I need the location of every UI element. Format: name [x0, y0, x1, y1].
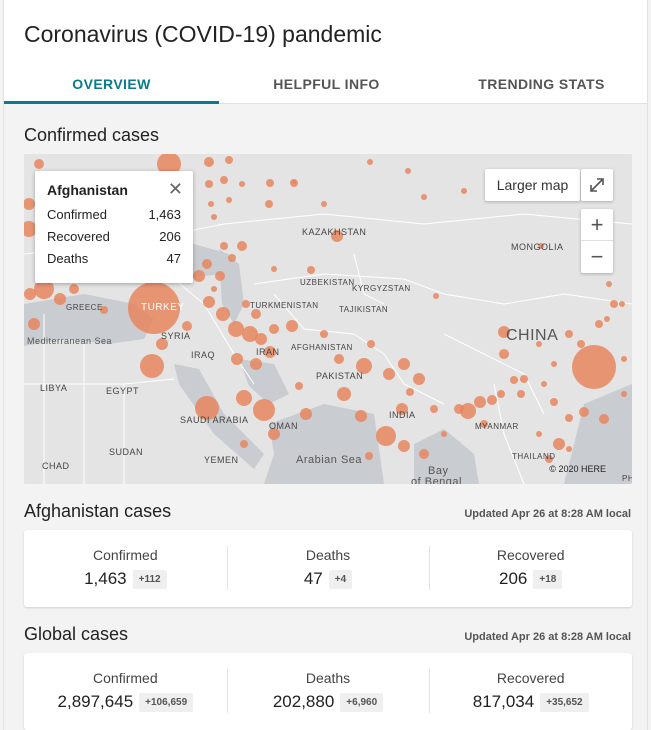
- stat-recovered: Recovered 817,034 +35,652: [429, 653, 632, 730]
- map-label-egypt: EGYPT: [106, 386, 140, 396]
- map-label-sudan: SUDAN: [109, 447, 144, 457]
- map-label-afghanistan: AFGHANISTAN: [291, 343, 353, 352]
- country-cases-title: Afghanistan cases: [24, 501, 172, 521]
- popup-row-confirmed: Confirmed 1,463: [47, 207, 181, 229]
- map-label-oman: OMAN: [269, 421, 298, 431]
- map-label-iraq: IRAQ: [191, 350, 216, 360]
- zoom-out-button[interactable]: −: [581, 241, 613, 273]
- stat-label: Recovered: [496, 547, 565, 563]
- popup-label: Deaths: [47, 251, 89, 266]
- stat-value: 206: [499, 569, 528, 588]
- map-label-pakistan: PAKISTAN: [316, 371, 364, 381]
- stat-delta-badge: +6,960: [340, 692, 384, 712]
- stat-value: 47: [303, 569, 323, 588]
- popup-label: Recovered: [47, 229, 110, 244]
- map-label-ph: PH: [622, 474, 632, 483]
- popup-value: 1,463: [148, 207, 181, 222]
- map-label-thailand: THAILAND: [512, 452, 556, 461]
- map-label-uzbekistan: UZBEKISTAN: [300, 278, 355, 287]
- popup-value: 206: [159, 229, 181, 244]
- stat-value: 817,034: [472, 692, 535, 711]
- cases-map[interactable]: KAZAKHSTAN MONGOLIA UZBEKISTAN KYRGYZSTA…: [24, 154, 632, 484]
- tab-trending-stats[interactable]: TRENDING STATS: [434, 62, 649, 104]
- stat-value: 202,880: [272, 692, 335, 711]
- stat-delta-badge: +35,652: [540, 692, 589, 712]
- country-stats-panel: Confirmed 1,463 +112 Deaths 47 +4 Recovere…: [24, 530, 632, 607]
- map-label-arabian-sea: Arabian Sea: [296, 454, 363, 466]
- map-label-china: CHINA: [506, 327, 559, 344]
- stat-label: Recovered: [496, 670, 565, 686]
- map-label-yemen: YEMEN: [204, 455, 239, 465]
- stat-value: 1,463: [84, 569, 127, 588]
- map-copyright: © 2020 HERE: [549, 464, 606, 474]
- stat-recovered: Recovered 206 +18: [429, 530, 632, 607]
- map-label-tajikistan: TAJIKISTAN: [339, 305, 389, 314]
- stat-delta-badge: +112: [132, 569, 167, 589]
- tab-overview[interactable]: OVERVIEW: [4, 62, 219, 104]
- popup-row-recovered: Recovered 206: [47, 229, 181, 251]
- expand-icon[interactable]: [581, 169, 613, 201]
- larger-map-button[interactable]: Larger map: [485, 169, 580, 201]
- popup-label: Confirmed: [47, 207, 107, 222]
- country-popup: Afghanistan ✕ Confirmed 1,463 Recovered …: [35, 171, 193, 283]
- global-cases-title: Global cases: [24, 624, 129, 644]
- map-label-mediterranean: Mediterranean Sea: [27, 336, 113, 346]
- stat-label: Deaths: [305, 670, 351, 686]
- map-label-turkmenistan: TURKMENISTAN: [250, 301, 319, 310]
- stat-label: Confirmed: [93, 670, 158, 686]
- map-label-kyrgyzstan: KYRGYZSTAN: [352, 284, 411, 293]
- zoom-in-button[interactable]: +: [581, 209, 613, 241]
- map-label-saudi-arabia: SAUDI ARABIA: [180, 415, 249, 425]
- stat-deaths: Deaths 47 +4: [226, 530, 430, 607]
- popup-country-name: Afghanistan: [47, 182, 128, 198]
- map-label-kazakhstan: KAZAKHSTAN: [302, 227, 367, 237]
- tab-helpful-info[interactable]: HELPFUL INFO: [219, 62, 434, 104]
- tab-bar: OVERVIEW HELPFUL INFO TRENDING STATS: [4, 62, 647, 104]
- map-label-myanmar: MYANMAR: [475, 422, 519, 431]
- map-label-of-bengal: of Bengal: [411, 476, 462, 484]
- map-label-turkey: TURKEY: [141, 302, 185, 313]
- covid-card: Coronavirus (COVID-19) pandemic OVERVIEW…: [3, 0, 648, 730]
- stat-confirmed: Confirmed 2,897,645 +106,659: [24, 653, 227, 730]
- page-title: Coronavirus (COVID-19) pandemic: [24, 21, 382, 47]
- stat-label: Deaths: [305, 547, 351, 563]
- popup-row-deaths: Deaths 47: [47, 251, 181, 273]
- stat-label: Confirmed: [93, 547, 158, 563]
- stat-confirmed: Confirmed 1,463 +112: [24, 530, 227, 607]
- country-updated-text: Updated Apr 26 at 8:28 AM local: [464, 508, 631, 520]
- popup-value: 47: [166, 251, 181, 266]
- map-label-syria: SYRIA: [161, 331, 191, 341]
- confirmed-cases-title: Confirmed cases: [24, 125, 160, 145]
- map-label-chad: CHAD: [42, 461, 70, 471]
- stat-delta-badge: +4: [328, 569, 353, 589]
- global-updated-text: Updated Apr 26 at 8:28 AM local: [464, 631, 631, 643]
- stat-value: 2,897,645: [57, 692, 134, 711]
- global-stats-panel: Confirmed 2,897,645 +106,659 Deaths 202,8…: [24, 653, 632, 730]
- header: Coronavirus (COVID-19) pandemic OVERVIEW…: [4, 0, 647, 104]
- stat-deaths: Deaths 202,880 +6,960: [226, 653, 430, 730]
- map-label-iran: IRAN: [256, 347, 280, 357]
- map-label-mongolia: MONGOLIA: [511, 242, 564, 252]
- map-label-greece: GREECE: [66, 303, 103, 312]
- stat-delta-badge: +106,659: [139, 692, 194, 712]
- map-label-india: INDIA: [389, 410, 416, 420]
- zoom-controls: + −: [581, 209, 613, 273]
- stat-delta-badge: +18: [533, 569, 563, 589]
- map-label-libya: LIBYA: [40, 383, 68, 393]
- close-icon[interactable]: ✕: [168, 179, 183, 200]
